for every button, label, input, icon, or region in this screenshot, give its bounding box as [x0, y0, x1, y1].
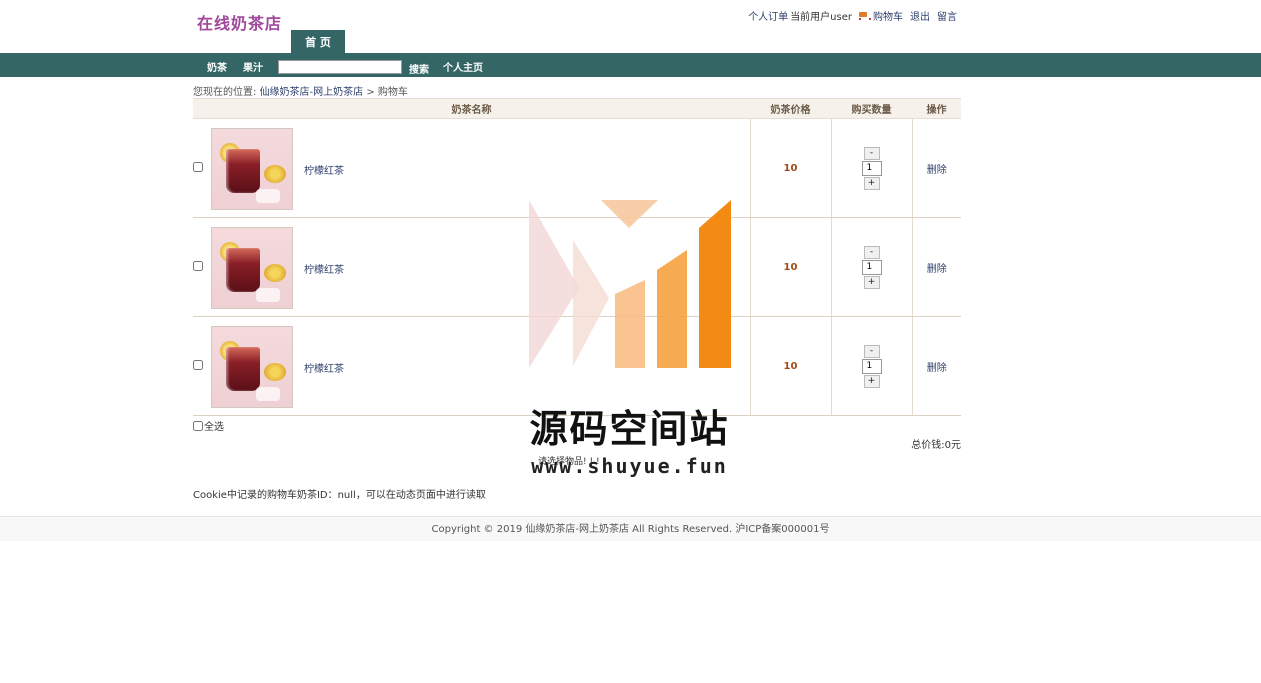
message-link[interactable]: 留言 — [937, 8, 957, 23]
qty-input[interactable] — [861, 259, 882, 275]
product-image[interactable] — [211, 326, 293, 408]
quantity-stepper: - + — [861, 245, 882, 289]
qty-plus-button[interactable]: + — [863, 374, 880, 388]
breadcrumb: 您现在的位置: 仙缘奶茶店-网上奶茶店 > 购物车 — [193, 83, 408, 98]
top-links: 个人订单 当前用户user 购物车 退出 留言 — [748, 8, 957, 23]
tea-glass-icon — [226, 347, 260, 391]
table-row: 柠檬红茶 10 - + 删除 — [193, 217, 961, 317]
qty-minus-button[interactable]: - — [863, 245, 880, 259]
row-checkbox[interactable] — [193, 261, 203, 271]
qty-minus-button[interactable]: - — [863, 344, 880, 358]
qty-cell: - + — [830, 316, 912, 416]
product-price: 10 — [783, 261, 798, 273]
selection-hint: 请选择物品! ! ! — [538, 457, 600, 467]
op-cell: 删除 — [911, 316, 961, 416]
product-image[interactable] — [211, 227, 293, 309]
cart-icon — [857, 11, 871, 21]
select-all-label: 全选 — [204, 422, 224, 433]
product-price: 10 — [783, 360, 798, 372]
cart-link[interactable]: 购物车 — [873, 8, 903, 23]
product-name-link[interactable]: 柠檬红茶 — [304, 261, 344, 276]
ice-icon — [256, 387, 280, 401]
qty-input[interactable] — [861, 160, 882, 176]
qty-cell: - + — [830, 118, 912, 218]
table-row: 柠檬红茶 10 - + 删除 — [193, 118, 961, 218]
current-user-label: 当前用户user — [790, 12, 852, 23]
product-name-link[interactable]: 柠檬红茶 — [304, 162, 344, 177]
qty-plus-button[interactable]: + — [863, 275, 880, 289]
lemon-icon — [264, 264, 286, 282]
tab-home[interactable]: 首 页 — [291, 30, 345, 53]
delete-link[interactable]: 删除 — [927, 165, 947, 176]
qty-input[interactable] — [861, 358, 882, 374]
search-button[interactable]: 搜索 — [409, 61, 429, 76]
row-checkbox[interactable] — [193, 360, 203, 370]
ice-icon — [256, 288, 280, 302]
table-header-row: 奶茶名称 奶茶价格 购买数量 操作 — [193, 98, 961, 119]
lemon-icon — [264, 363, 286, 381]
name-cell: 柠檬红茶 — [193, 118, 750, 218]
nav-juice[interactable]: 果汁 — [243, 59, 263, 74]
lemon-icon — [264, 165, 286, 183]
total-price: 总价钱:0元 — [911, 440, 961, 451]
header-price: 奶茶价格 — [750, 98, 831, 119]
select-all-checkbox[interactable] — [193, 420, 203, 431]
nav-milk-tea[interactable]: 奶茶 — [207, 59, 227, 74]
breadcrumb-current: 购物车 — [377, 87, 408, 98]
product-price: 10 — [783, 162, 798, 174]
table-row: 柠檬红茶 10 - + 删除 — [193, 316, 961, 416]
op-cell: 删除 — [911, 217, 961, 317]
breadcrumb-separator: > — [363, 87, 378, 98]
product-image[interactable] — [211, 128, 293, 210]
delete-link[interactable]: 删除 — [927, 363, 947, 374]
header-op: 操作 — [912, 98, 961, 119]
cookie-note: Cookie中记录的购物车奶茶ID：null，可以在动态页面中进行读取 — [193, 490, 486, 501]
logout-link[interactable]: 退出 — [910, 8, 930, 23]
quantity-stepper: - + — [861, 146, 882, 190]
nav-personal-home[interactable]: 个人主页 — [443, 59, 483, 74]
quantity-stepper: - + — [861, 344, 882, 388]
price-cell: 10 — [749, 118, 831, 218]
row-checkbox[interactable] — [193, 162, 203, 172]
ice-icon — [256, 189, 280, 203]
qty-plus-button[interactable]: + — [863, 176, 880, 190]
delete-link[interactable]: 删除 — [927, 264, 947, 275]
header-name: 奶茶名称 — [193, 98, 750, 119]
op-cell: 删除 — [911, 118, 961, 218]
tea-glass-icon — [226, 248, 260, 292]
breadcrumb-prefix: 您现在的位置: — [193, 87, 257, 98]
qty-minus-button[interactable]: - — [863, 146, 880, 160]
header-qty: 购买数量 — [831, 98, 912, 119]
tea-glass-icon — [226, 149, 260, 193]
search-input[interactable] — [278, 60, 402, 74]
cart-table: 奶茶名称 奶茶价格 购买数量 操作 柠檬红茶 10 - 1 + 删除 柠檬红茶 … — [193, 98, 961, 416]
footer: Copyright © 2019 仙缘奶茶店-网上奶茶店 All Rights … — [0, 516, 1261, 541]
my-orders-link[interactable]: 个人订单 — [748, 8, 788, 23]
name-cell: 柠檬红茶 — [193, 217, 750, 317]
site-logo[interactable]: 在线奶茶店 — [197, 10, 282, 34]
name-cell: 柠檬红茶 — [193, 316, 750, 416]
product-name-link[interactable]: 柠檬红茶 — [304, 360, 344, 375]
qty-cell: - + — [830, 217, 912, 317]
breadcrumb-shop-link[interactable]: 仙缘奶茶店-网上奶茶店 — [260, 87, 364, 98]
select-all[interactable]: 全选 — [193, 418, 224, 433]
nav-bar: 奶茶 果汁 搜索 个人主页 — [0, 53, 1261, 77]
price-cell: 10 — [749, 316, 831, 416]
price-cell: 10 — [749, 217, 831, 317]
